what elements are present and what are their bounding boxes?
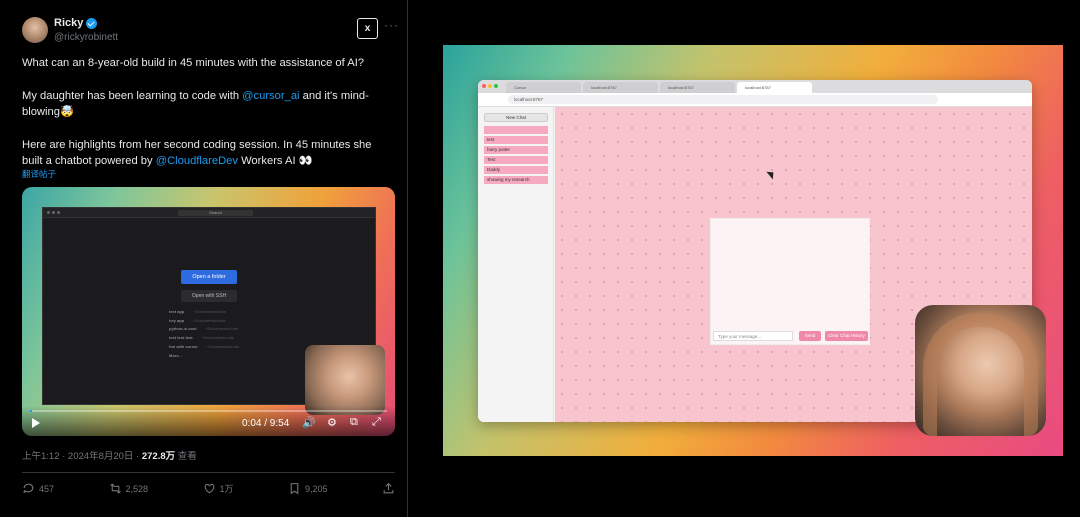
send-button[interactable]: Send (799, 331, 821, 341)
mouse-cursor-icon (766, 168, 777, 180)
open-ssh-button: Open with SSH (181, 290, 237, 302)
verified-icon (86, 17, 98, 29)
recent-path: ~/Documents/code (200, 335, 235, 341)
chat-item[interactable]: Daddy (484, 166, 548, 174)
like-button[interactable]: 1万 (203, 482, 234, 495)
recent-item: text app ~/Documents/code (169, 308, 239, 317)
chat-sidebar: New Chat test harry potter Test Daddy sh… (478, 107, 554, 422)
chat-item[interactable]: test (484, 136, 548, 144)
url-field[interactable]: localhost:8787 (508, 95, 938, 104)
translate-link[interactable]: 翻译帖子 (22, 168, 56, 180)
chat-item[interactable]: harry potter (484, 146, 548, 154)
share-icon (383, 482, 394, 494)
recent-path: ~/Documents/code (205, 343, 240, 349)
webcam-image (923, 313, 1038, 436)
inner-titlebar: Search (43, 208, 375, 218)
repost-icon (109, 483, 121, 494)
recent-name: hey app (169, 317, 185, 323)
recent-path: ~/Documents/code (204, 326, 239, 332)
tab-localhost-active[interactable]: localhost:8787 (737, 82, 812, 93)
recent-name: python-is-cool (169, 326, 197, 332)
tweet-paragraph-3: Here are highlights from her second codi… (22, 137, 392, 170)
more-icon[interactable]: ··· (384, 18, 399, 32)
webcam-overlay-large (915, 305, 1046, 436)
tweet-meta: 上午1:12 · 2024年8月20日 · 272.8万 查看 (22, 448, 197, 462)
recent-path: ~/Documents/code (192, 317, 226, 323)
window-controls (482, 84, 498, 88)
tweet-text: What can an 8-year-old build in 45 minut… (22, 55, 392, 186)
recent-item: test test test ~/Documents/code (169, 334, 239, 343)
recent-name: text app (169, 309, 185, 314)
recent-item: fun with cursor ~/Documents/code (169, 343, 239, 352)
address-bar: localhost:8787 (478, 93, 1032, 107)
repost-button[interactable]: 2,528 (109, 482, 149, 495)
p3-text-end: Workers AI 👀 (237, 155, 313, 167)
tweet-panel: Ricky @rickyrobinett x ··· What can an 8… (0, 0, 408, 517)
settings-gear-icon[interactable]: ⚙ (327, 416, 337, 429)
chat-item[interactable]: showing my research (484, 176, 548, 184)
window-dot (52, 211, 55, 214)
window-dot (47, 211, 50, 214)
reply-icon (23, 483, 34, 494)
chat-item[interactable] (484, 126, 548, 134)
recent-projects: text app ~/Documents/code hey app ~/Docume… (169, 308, 239, 360)
close-dot[interactable] (482, 84, 486, 88)
clear-history-button[interactable]: Clear Chat History (825, 331, 868, 341)
heart-icon (204, 483, 214, 494)
display-name-text[interactable]: Ricky (54, 17, 83, 29)
avatar[interactable] (22, 17, 48, 43)
like-count: 1万 (219, 484, 234, 494)
repost-count: 2,528 (125, 483, 149, 494)
recent-name: More... (169, 352, 182, 358)
mention-cursor-ai[interactable]: @cursor_ai (242, 90, 299, 102)
recent-path: ~/Documents/code (192, 309, 226, 314)
video-progress-fill (30, 410, 33, 412)
handle[interactable]: @rickyrobinett (54, 32, 118, 43)
display-name[interactable]: Ricky (54, 17, 98, 29)
share-button[interactable] (382, 482, 395, 495)
reply-count: 457 (39, 483, 55, 494)
fullscreen-icon[interactable]: ⤢ (372, 416, 381, 429)
webcam-overlay (305, 345, 385, 415)
reply-button[interactable]: 457 (22, 482, 54, 495)
tab-localhost[interactable]: localhost:8787 (583, 82, 658, 93)
minimize-dot[interactable] (488, 84, 492, 88)
timestamp[interactable]: 上午1:12 · 2024年8月20日 · (22, 451, 142, 462)
video-progress-bar[interactable] (30, 410, 387, 412)
bookmark-icon (290, 483, 299, 495)
bookmark-button[interactable]: 9,205 (288, 482, 328, 495)
pip-icon[interactable]: ⧉ (350, 416, 358, 429)
p2-text: My daughter has been learning to code wi… (22, 89, 243, 102)
maximize-dot[interactable] (494, 84, 498, 88)
message-input[interactable]: Type your message... (713, 331, 793, 341)
play-icon[interactable] (32, 418, 40, 428)
tab-localhost[interactable]: localhost:8787 (660, 82, 735, 93)
view-label: 查看 (175, 451, 197, 462)
chat-item[interactable]: Test (484, 156, 548, 164)
tweet-actions: 457 2,528 1万 9,205 (22, 482, 395, 495)
grok-icon[interactable]: x (357, 18, 378, 39)
recent-name: fun with cursor (169, 343, 198, 349)
recent-item: python-is-cool ~/Documents/code (169, 325, 239, 334)
volume-icon[interactable]: 🔊 (302, 416, 316, 429)
bookmark-count: 9,205 (304, 483, 328, 494)
divider (22, 472, 395, 473)
tweet-paragraph-1: What can an 8-year-old build in 45 minut… (22, 57, 365, 69)
browser-tabs: Cursor localhost:8787 localhost:8787 loc… (478, 80, 1032, 93)
window-dot (57, 211, 60, 214)
new-chat-button[interactable]: New Chat (484, 113, 548, 122)
open-folder-button: Open a folder (181, 270, 237, 284)
grok-label: x (364, 23, 371, 34)
inner-search: Search (178, 210, 253, 216)
recent-name: test test test (169, 335, 193, 341)
tweet-paragraph-2: My daughter has been learning to code wi… (22, 88, 392, 121)
recent-item: hey app ~/Documents/code (169, 317, 239, 326)
mention-cloudflaredev[interactable]: @CloudflareDev (156, 155, 238, 167)
video-time: 0:04 / 9:54 (242, 418, 290, 429)
video-player[interactable]: Search Open a folder Open with SSH text … (22, 187, 395, 436)
recent-item: More... (169, 352, 239, 361)
view-count: 272.8万 (141, 451, 176, 462)
tab-cursor[interactable]: Cursor (506, 82, 581, 93)
chat-window: Type your message... Send Clear Chat His… (710, 218, 870, 345)
